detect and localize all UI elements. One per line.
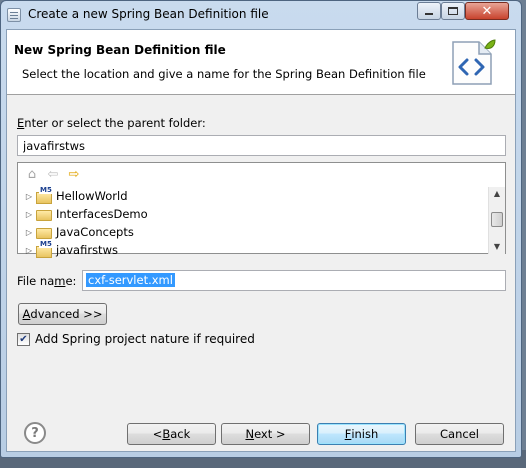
help-icon[interactable]: ? [24, 422, 46, 444]
file-name-value: cxf-servlet.xml [86, 273, 175, 287]
home-icon[interactable]: ⌂ [24, 167, 40, 183]
tree-scrollbar[interactable]: ▲ ▼ [488, 187, 505, 254]
window-title: Create a new Spring Bean Definition file [28, 7, 269, 21]
wizard-title: New Spring Bean Definition file [14, 43, 226, 57]
tree-items: ▷ HellowWorld ▷ InterfacesDemo ▷ JavaCon… [22, 186, 488, 259]
scroll-up-icon[interactable]: ▲ [489, 187, 505, 201]
tree-item-label: javafirstws [56, 243, 118, 257]
dialog-content: New Spring Bean Definition file Select t… [6, 29, 516, 452]
close-button[interactable]: ✕ [465, 2, 509, 20]
expand-arrow-icon[interactable]: ▷ [22, 228, 36, 237]
spring-bean-xml-icon [452, 39, 496, 85]
title-bar[interactable]: Create a new Spring Bean Definition file… [1, 1, 521, 29]
forward-arrow-icon[interactable]: ⇨ [66, 167, 82, 183]
scrollbar-thumb[interactable] [491, 212, 503, 227]
close-icon: ✕ [481, 3, 493, 19]
project-tree: ⌂ ⇦ ⇨ ▷ HellowWorld ▷ InterfacesDemo ▷ [17, 162, 506, 258]
maven-project-icon [36, 186, 53, 204]
tree-item-label: InterfacesDemo [56, 207, 148, 221]
tree-item[interactable]: ▷ JavaConcepts [22, 223, 488, 241]
folder-icon [36, 227, 52, 239]
wizard-header: New Spring Bean Definition file Select t… [7, 30, 515, 95]
maven-project-icon [36, 240, 53, 258]
wizard-description: Select the location and give a name for … [22, 67, 426, 81]
tree-item[interactable]: ▷ HellowWorld [22, 186, 488, 205]
maximize-icon [448, 7, 458, 15]
tree-item-label: JavaConcepts [56, 225, 134, 239]
back-button[interactable]: < Back [127, 423, 216, 445]
next-button[interactable]: Next > [221, 423, 310, 445]
minimize-icon [425, 13, 433, 15]
cancel-button[interactable]: Cancel [415, 423, 504, 445]
advanced-button[interactable]: Advanced >> [18, 303, 107, 325]
parent-folder-label: Enter or select the parent folder: [17, 116, 206, 130]
dialog-window: Create a new Spring Bean Definition file… [0, 0, 522, 458]
expand-arrow-icon[interactable]: ▷ [22, 192, 36, 201]
file-name-label: File name: [17, 274, 77, 288]
finish-button[interactable]: Finish [317, 423, 406, 445]
tree-item[interactable]: ▷ javafirstws [22, 240, 488, 259]
file-name-input[interactable]: cxf-servlet.xml [82, 270, 506, 291]
scroll-down-icon[interactable]: ▼ [489, 240, 505, 254]
folder-icon [36, 209, 52, 221]
parent-folder-input[interactable] [17, 135, 506, 156]
window-app-icon [7, 8, 21, 22]
tree-item-label: HellowWorld [56, 189, 128, 203]
tree-item[interactable]: ▷ InterfacesDemo [22, 205, 488, 223]
spring-nature-option[interactable]: ✔ Add Spring project nature if required [17, 332, 255, 346]
minimize-button[interactable] [417, 2, 441, 20]
expand-arrow-icon[interactable]: ▷ [22, 246, 36, 255]
spring-nature-label: Add Spring project nature if required [35, 332, 255, 346]
maximize-button[interactable] [441, 2, 465, 20]
back-arrow-icon[interactable]: ⇦ [45, 167, 61, 183]
spring-nature-checkbox[interactable]: ✔ [17, 332, 30, 346]
tree-toolbar: ⌂ ⇦ ⇨ [24, 167, 82, 183]
expand-arrow-icon[interactable]: ▷ [22, 210, 36, 219]
